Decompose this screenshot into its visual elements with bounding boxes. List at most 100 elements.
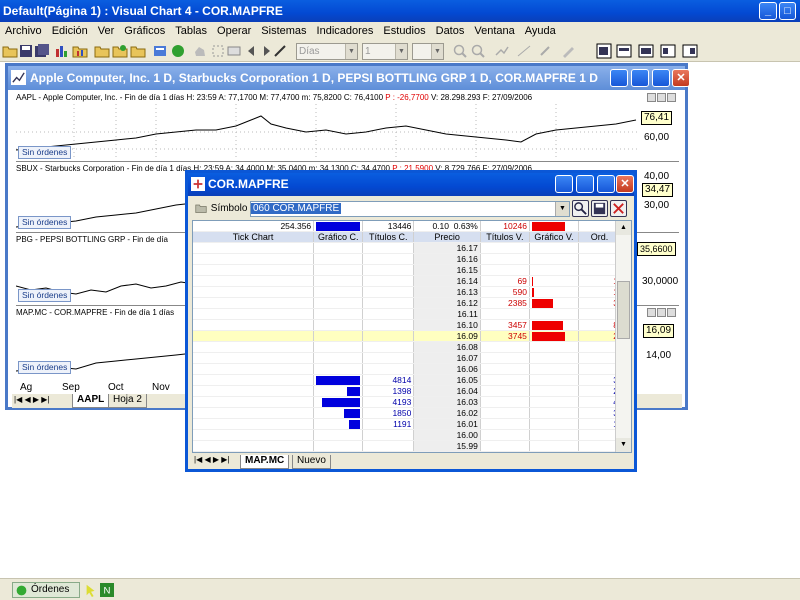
col-grafico-v[interactable]: Gráfico V. — [529, 231, 580, 243]
aapl-pane-controls[interactable] — [646, 93, 676, 103]
orders-button[interactable]: Órdenes — [12, 582, 80, 598]
chart-maximize-button[interactable] — [652, 69, 670, 87]
depth-row[interactable]: 16.0937452 — [193, 330, 621, 342]
depth-row[interactable]: 16.1223853 — [193, 297, 621, 309]
depth-row[interactable]: 16.00 — [193, 429, 621, 441]
hand-icon[interactable] — [192, 43, 208, 59]
depth-row[interactable]: 16.14691 — [193, 275, 621, 287]
menu-sistemas[interactable]: Sistemas — [256, 22, 311, 40]
window-tile-icon[interactable] — [616, 43, 632, 59]
col-titulos-v[interactable]: Títulos V. — [480, 231, 530, 243]
open-folder-icon[interactable] — [2, 43, 18, 59]
col-tick-chart[interactable]: Tick Chart — [193, 231, 315, 243]
depth-row[interactable]: 119116.011 — [193, 418, 621, 430]
window-layout-3-icon[interactable] — [682, 43, 698, 59]
col-grafico-c[interactable]: Gráfico C. — [313, 231, 364, 243]
menu-indicadores[interactable]: Indicadores — [312, 22, 379, 40]
menu-ayuda[interactable]: Ayuda — [520, 22, 561, 40]
select-icon[interactable] — [210, 43, 226, 59]
map-orders-label[interactable]: Sin órdenes — [18, 361, 72, 374]
depth-row[interactable]: 481416.053 — [193, 374, 621, 386]
folder-icon[interactable] — [194, 202, 208, 214]
compression-select[interactable]: 1 ▼ — [362, 43, 408, 60]
folder-chart-icon[interactable] — [94, 43, 110, 59]
text-tool-icon[interactable] — [538, 43, 554, 59]
window-layout-2-icon[interactable] — [660, 43, 676, 59]
depth-scrollbar[interactable]: ▲ ▼ — [615, 221, 631, 452]
depth-row[interactable]: 16.16 — [193, 253, 621, 265]
depth-row[interactable]: 15.99 — [193, 440, 621, 452]
menu-operar[interactable]: Operar — [212, 22, 256, 40]
depth-row[interactable]: 16.11 — [193, 308, 621, 320]
chart-close-button[interactable]: ✕ — [672, 69, 690, 87]
drawing-tool-icon[interactable] — [272, 43, 288, 59]
depth-row[interactable]: 419316.034 — [193, 396, 621, 408]
zoom-out-icon[interactable] — [470, 43, 486, 59]
scroll-down-icon[interactable]: ▼ — [616, 438, 631, 452]
minimize-button[interactable]: _ — [759, 2, 777, 20]
alert-icon[interactable] — [170, 43, 186, 59]
save-book-button[interactable] — [591, 200, 608, 217]
window-layout-icon[interactable] — [638, 43, 654, 59]
depth-close-button[interactable]: ✕ — [616, 175, 634, 193]
chart-minimize-button[interactable] — [610, 69, 628, 87]
pbg-orders-label[interactable]: Sin órdenes — [18, 289, 72, 302]
menu-estudios[interactable]: Estudios — [378, 22, 430, 40]
tab-first-icon[interactable]: |◀ ◀ ▶ ▶| — [14, 395, 49, 404]
menu-ventana[interactable]: Ventana — [469, 22, 519, 40]
depth-row[interactable]: 16.17 — [193, 242, 621, 254]
depth-row[interactable]: 15.98 — [193, 451, 621, 452]
save-all-icon[interactable] — [34, 43, 50, 59]
trend-line-icon[interactable] — [494, 43, 510, 59]
news-icon[interactable]: N — [100, 583, 114, 597]
map-pane-controls[interactable] — [646, 308, 676, 318]
third-select[interactable]: ▼ — [412, 43, 444, 60]
scroll-thumb[interactable] — [617, 281, 630, 339]
menu-tablas[interactable]: Tablas — [170, 22, 212, 40]
col-titulos-c[interactable]: Títulos C. — [362, 231, 415, 243]
depth-maximize-button[interactable] — [597, 175, 615, 193]
restore-button[interactable]: □ — [779, 2, 796, 20]
menu-edicion[interactable]: Edición — [47, 22, 93, 40]
bar-chart-icon[interactable] — [54, 43, 70, 59]
chart-minimize2-button[interactable] — [631, 69, 649, 87]
menu-archivo[interactable]: Archivo — [0, 22, 47, 40]
menu-datos[interactable]: Datos — [431, 22, 470, 40]
tab-aapl[interactable]: AAPL — [72, 394, 110, 408]
tab-nuevo[interactable]: Nuevo — [292, 455, 331, 469]
depth-row[interactable]: 16.08 — [193, 341, 621, 353]
folder-star-icon[interactable] — [112, 43, 128, 59]
zoom-in-icon[interactable] — [452, 43, 468, 59]
folder-tools-icon[interactable] — [130, 43, 146, 59]
depth-row[interactable]: 16.1034578 — [193, 319, 621, 331]
cursor-tool-icon[interactable] — [84, 583, 98, 597]
window-cascade-icon[interactable] — [596, 43, 612, 59]
depth-row[interactable]: 16.15 — [193, 264, 621, 276]
menu-ver[interactable]: Ver — [93, 22, 120, 40]
portfolio-icon[interactable] — [152, 43, 168, 59]
search-button[interactable] — [572, 200, 589, 217]
sbux-orders-label[interactable]: Sin órdenes — [18, 216, 72, 229]
chart-open-icon[interactable] — [72, 43, 88, 59]
tab-hoja2[interactable]: Hoja 2 — [108, 394, 147, 408]
aapl-pane[interactable]: AAPL - Apple Computer, Inc. - Fin de día… — [16, 92, 679, 162]
depth-minimize-button[interactable] — [555, 175, 573, 193]
fibonacci-icon[interactable] — [516, 43, 532, 59]
col-precio[interactable]: Precio — [413, 231, 481, 243]
period-select[interactable]: Días ▼ — [296, 43, 358, 60]
clear-button[interactable] — [610, 200, 627, 217]
depth-row[interactable]: 16.135901 — [193, 286, 621, 298]
symbol-input[interactable]: 060 COR.MAPFRE ▼ — [250, 201, 570, 217]
tab-map-mc[interactable]: MAP.MC — [240, 455, 290, 469]
pencil-icon[interactable] — [560, 43, 576, 59]
depth-row[interactable]: 185016.023 — [193, 407, 621, 419]
depth-minimize2-button[interactable] — [576, 175, 594, 193]
depth-row[interactable]: 16.07 — [193, 352, 621, 364]
depth-row[interactable]: 16.06 — [193, 363, 621, 375]
aapl-orders-label[interactable]: Sin órdenes — [18, 146, 72, 159]
depth-row[interactable]: 139816.042 — [193, 385, 621, 397]
save-icon[interactable] — [18, 43, 34, 59]
scroll-up-icon[interactable]: ▲ — [616, 221, 631, 235]
page-nav-icon[interactable] — [226, 43, 242, 59]
menu-graficos[interactable]: Gráficos — [119, 22, 170, 40]
